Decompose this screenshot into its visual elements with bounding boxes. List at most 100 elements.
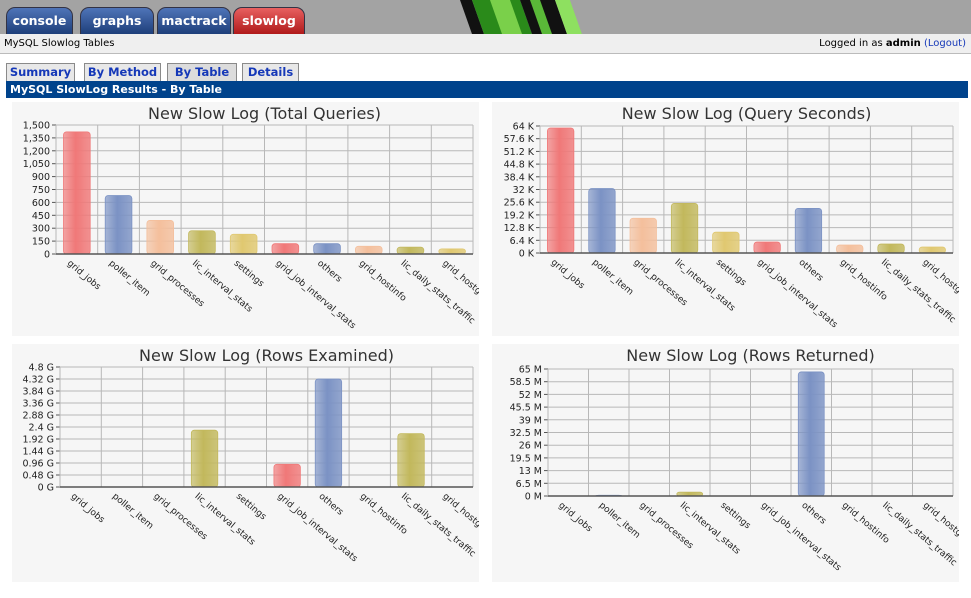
bar-poller_item [104,195,133,255]
y-tick-label: 450 [32,211,50,222]
y-tick-label: 52 M [519,390,542,401]
y-tick-label: 1.92 G [22,435,54,446]
bar-grid_hostinfo [836,244,864,254]
bar-settings [229,233,258,255]
x-tick-label: others [317,492,346,518]
logout-link[interactable]: (Logout) [924,38,966,49]
bar-lic_daily_stats_traffic [396,246,425,255]
bar-grid_hostgroups [918,246,946,254]
x-tick-label: others [799,501,828,527]
bar-others [794,207,823,254]
x-tick-label: grid_job_interval_stats [759,501,843,574]
nav-tab-graphs[interactable]: graphs [80,7,154,34]
bar-grid_job_interval_stats [273,463,301,488]
x-tick-label: grid_jobs [69,492,107,526]
tab-by-method[interactable]: By Method [84,63,161,81]
top-navigation-bar: console graphs mactrack slowlog [0,0,971,35]
y-tick-label: 1.44 G [22,447,54,458]
bar-grid_processes [629,217,657,254]
y-tick-label: 600 [32,198,50,209]
nav-tab-mactrack[interactable]: mactrack [157,7,231,34]
y-tick-label: 65 M [519,365,542,376]
bar-grid_job_interval_stats [271,243,300,255]
x-tick-label: grid_job_interval_stats [755,258,839,331]
y-tick-label: 38.4 K [504,172,535,183]
y-tick-label: 58.5 M [510,377,542,388]
x-tick-label: poller_item [107,259,152,299]
x-tick-label: others [315,259,344,285]
logo-graphic [460,0,600,34]
x-tick-label: poller_item [590,258,635,298]
bar-lic_interval_stats [190,429,219,488]
bar-grid_hostinfo [355,245,383,255]
x-tick-label: others [797,258,826,284]
rows-returned-chart: New Slow Log (Rows Returned) 0 M 6.5 M 13 M… [510,346,959,574]
y-tick-label: 0 [44,250,50,261]
y-tick-label: 19.5 M [510,453,542,464]
y-tick-label: 6.5 M [516,479,542,490]
y-tick-label: 39 M [519,415,542,426]
y-tick-label: 45.5 M [510,403,542,414]
chart-panel-rows-examined: New Slow Log (Rows Examined) 0 G 0.48 G 0.9… [12,344,479,582]
y-tick-label: 1,050 [23,159,50,170]
chart-title: New Slow Log (Rows Examined) [139,346,394,365]
x-tick-label: grid_job_interval_stats [275,492,359,565]
y-tick-label: 0.48 G [22,471,54,482]
nav-tab-slowlog[interactable]: slowlog [233,7,305,34]
x-tick-label: poller_item [110,492,155,532]
y-tick-label: 26 M [519,441,542,452]
tab-summary[interactable]: Summary [6,63,75,81]
x-tick-label: poller_item [597,501,642,541]
username: admin [885,38,921,49]
nav-tab-console[interactable]: console [6,7,73,34]
y-tick-label: 2.88 G [22,411,54,422]
x-tick-label: lic_daily_stats_traffic [399,259,477,327]
bar-others [314,378,343,488]
y-tick-label: 2.4 G [29,423,55,434]
bar-lic_interval_stats [670,202,699,254]
y-tick-label: 32.5 M [510,428,542,439]
chart-panel-rows-returned: New Slow Log (Rows Returned) 0 M 6.5 M 13 M… [492,344,959,582]
bar-lic_daily_stats_traffic [877,243,905,254]
x-tick-label: lic_daily_stats_traffic [879,258,957,326]
y-tick-label: 0 G [38,483,54,494]
total-queries-chart: New Slow Log (Total Queries) 0 150 300 450 60… [23,104,479,332]
x-tick-label: grid_job_interval_stats [273,259,357,332]
y-tick-label: 0 K [519,249,535,260]
y-tick-label: 1,200 [23,146,50,157]
bar-others [313,243,341,255]
chart-panel-total-queries: New Slow Log (Total Queries) 0 150 300 450 60… [12,102,479,336]
y-tick-label: 0 M [525,492,542,503]
x-tick-label: settings [718,501,752,532]
y-tick-label: 13 M [519,466,542,477]
chart-title: New Slow Log (Total Queries) [148,104,381,123]
y-tick-label: 64 K [513,122,535,133]
y-tick-label: 51.2 K [504,147,535,158]
chart-title: New Slow Log (Query Seconds) [622,104,872,123]
y-tick-label: 1,500 [23,121,50,132]
logged-in-label: Logged in as [819,38,883,49]
x-tick-label: settings [234,492,268,523]
y-tick-label: 4.8 G [29,363,55,374]
y-tick-label: 900 [32,172,50,183]
bar-lic_daily_stats_traffic [397,433,425,488]
x-tick-label: settings [232,259,266,290]
rows-examined-chart: New Slow Log (Rows Examined) 0 G0.48 G0.9… [22,346,479,565]
y-tick-label: 1,350 [23,133,50,144]
status-bar: MySQL Slowlog Tables Logged in as admin … [0,34,971,54]
login-status: Logged in as admin (Logout) [819,34,966,53]
bar-grid_job_interval_stats [753,241,781,254]
y-tick-label: 44.8 K [504,160,535,171]
bar-lic_interval_stats [188,230,216,255]
x-tick-label: settings [714,258,748,289]
y-tick-label: 750 [32,185,50,196]
y-tick-label: 4.32 G [22,375,54,386]
bar-grid_jobs [63,131,91,255]
y-tick-label: 32 K [513,185,535,196]
page-title: MySQL Slowlog Tables [4,38,115,49]
tab-details[interactable]: Details [242,63,299,81]
y-tick-label: 12.8 K [504,223,535,234]
y-tick-label: 3.36 G [22,399,54,410]
tab-by-table[interactable]: By Table [167,63,237,81]
bar-settings [712,231,740,254]
